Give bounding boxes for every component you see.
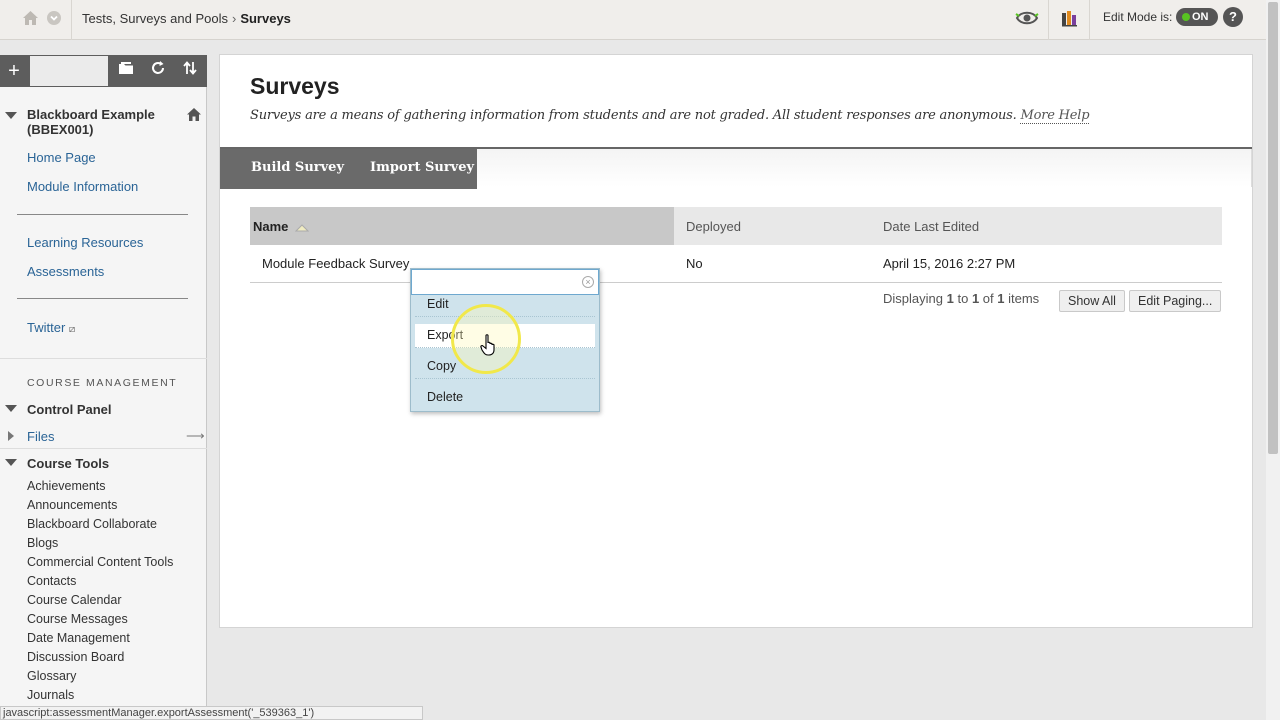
reorder-icon[interactable] — [175, 55, 205, 87]
action-button-group: Build Survey Import Survey — [220, 149, 477, 189]
paging-prefix: Displaying — [883, 291, 943, 306]
sidebar-item-blackboard-collaborate[interactable]: Blackboard Collaborate — [27, 517, 157, 531]
sidebar-item-course-messages[interactable]: Course Messages — [27, 612, 128, 626]
divider — [1089, 0, 1090, 40]
table-header: Name Deployed Date Last Edited — [250, 207, 1222, 245]
add-menu-item-button[interactable]: + — [0, 55, 28, 87]
deployed-cell: No — [686, 256, 703, 271]
help-button[interactable]: ? — [1223, 7, 1243, 27]
divider — [1048, 0, 1049, 40]
page-description: Surveys are a means of gathering informa… — [250, 108, 1090, 124]
collapse-arrow-icon[interactable] — [5, 112, 17, 119]
main-content-panel: Surveys Surveys are a means of gathering… — [219, 54, 1253, 628]
collapse-arrow-icon[interactable] — [5, 405, 17, 412]
course-tools-heading[interactable]: Course Tools — [27, 456, 109, 471]
breadcrumb-separator: › — [231, 11, 237, 26]
sidebar-item-learning-resources[interactable]: Learning Resources — [27, 235, 143, 250]
arrow-right-icon[interactable]: ⟶ — [186, 428, 205, 444]
column-header-label: Name — [253, 219, 289, 234]
chevron-down-icon[interactable] — [47, 11, 61, 25]
hand-pointer-icon — [480, 334, 498, 359]
breadcrumb: Tests, Surveys and Pools › Surveys — [82, 11, 291, 26]
sidebar-item-announcements[interactable]: Announcements — [27, 498, 117, 512]
course-management-heading: COURSE MANAGEMENT — [27, 377, 178, 389]
collapse-arrow-icon[interactable] — [5, 459, 17, 466]
column-header-date-last-edited[interactable]: Date Last Edited — [883, 219, 979, 234]
control-panel-heading[interactable]: Control Panel — [27, 402, 112, 417]
import-survey-button[interactable]: Import Survey — [370, 160, 474, 175]
table-row: Module Feedback Survey No April 15, 2016… — [250, 245, 1222, 283]
sidebar-item-blogs[interactable]: Blogs — [27, 536, 58, 550]
sidebar-item-date-management[interactable]: Date Management — [27, 631, 130, 645]
divider — [17, 214, 188, 215]
column-header-deployed[interactable]: Deployed — [686, 219, 741, 234]
sidebar-item-assessments[interactable]: Assessments — [27, 264, 104, 279]
action-bar: Build Survey Import Survey — [220, 147, 1252, 189]
context-menu-header: × — [411, 269, 599, 295]
action-bar-fill — [477, 149, 1252, 187]
refresh-icon[interactable] — [143, 55, 173, 87]
top-navigation-bar: Tests, Surveys and Pools › Surveys Edit Mo… — [0, 0, 1266, 40]
sidebar-item-home-page[interactable]: Home Page — [27, 150, 96, 165]
divider — [0, 358, 207, 359]
paging-total: 1 — [997, 291, 1005, 306]
sidebar-item-discussion-board[interactable]: Discussion Board — [27, 650, 124, 664]
sidebar-item-module-information[interactable]: Module Information — [27, 179, 138, 194]
expand-arrow-icon[interactable] — [8, 431, 14, 441]
sidebar-item-contacts[interactable]: Contacts — [27, 574, 76, 588]
divider — [17, 298, 188, 299]
status-dot-icon — [1182, 13, 1190, 21]
page-title: Surveys — [250, 73, 340, 99]
folder-view-icon[interactable] — [111, 55, 141, 87]
close-icon[interactable]: × — [582, 276, 594, 288]
sidebar-item-course-calendar[interactable]: Course Calendar — [27, 593, 122, 607]
course-menu-sidebar: + Blackboard Example (BBEX001) Home Page… — [0, 55, 207, 720]
edit-mode-toggle[interactable]: ON — [1176, 8, 1218, 26]
divider — [0, 448, 207, 449]
student-preview-icon[interactable] — [1014, 8, 1040, 31]
survey-name-link[interactable]: Module Feedback Survey — [262, 256, 409, 271]
sidebar-item-achievements[interactable]: Achievements — [27, 479, 106, 493]
sidebar-item-label: Twitter — [27, 320, 66, 335]
scrollbar-thumb[interactable] — [1268, 2, 1278, 454]
build-survey-button[interactable]: Build Survey — [251, 160, 344, 175]
sidebar-item-twitter[interactable]: Twitter ⧄ — [27, 320, 75, 335]
name-column-header-bg — [250, 207, 674, 245]
course-menu-toolbar: + — [0, 55, 207, 87]
vertical-scrollbar[interactable] — [1266, 0, 1280, 720]
more-help-link[interactable]: More Help — [1020, 108, 1090, 124]
sort-ascending-icon — [294, 223, 310, 232]
show-all-button[interactable]: Show All — [1059, 290, 1125, 312]
paging-to: to — [957, 291, 969, 306]
menu-selector-field[interactable] — [30, 56, 108, 86]
home-icon[interactable] — [22, 10, 39, 29]
edit-mode-label: Edit Mode is: — [1103, 10, 1173, 24]
performance-dashboard-icon[interactable] — [1061, 9, 1079, 30]
menu-item-delete[interactable]: Delete — [415, 386, 595, 410]
column-header-name[interactable]: Name — [253, 219, 310, 234]
date-last-edited-cell: April 15, 2016 2:27 PM — [883, 256, 1016, 271]
paging-suffix: items — [1008, 291, 1040, 306]
edit-paging-button[interactable]: Edit Paging... — [1129, 290, 1222, 312]
sidebar-item-journals[interactable]: Journals — [27, 688, 74, 702]
browser-status-bar: javascript:assessmentManager.exportAsses… — [0, 706, 423, 720]
paging-of: of — [982, 291, 994, 306]
paging-end: 1 — [971, 291, 980, 306]
edit-mode-state: ON — [1192, 11, 1209, 23]
sidebar-item-commercial-content-tools[interactable]: Commercial Content Tools — [27, 555, 173, 569]
breadcrumb-current: Surveys — [240, 11, 291, 26]
sidebar-item-glossary[interactable]: Glossary — [27, 669, 76, 683]
paging-start: 1 — [946, 291, 954, 306]
page-description-text: Surveys are a means of gathering informa… — [250, 108, 1017, 123]
breadcrumb-parent-link[interactable]: Tests, Surveys and Pools — [82, 11, 228, 26]
course-home-icon[interactable] — [186, 107, 202, 125]
sidebar-item-files[interactable]: Files — [27, 429, 54, 444]
external-link-icon: ⧄ — [68, 324, 76, 335]
paging-summary: Displaying 1 to 1 of 1 items — [883, 291, 1039, 306]
divider — [71, 0, 72, 40]
course-title[interactable]: Blackboard Example (BBEX001) — [27, 107, 206, 137]
